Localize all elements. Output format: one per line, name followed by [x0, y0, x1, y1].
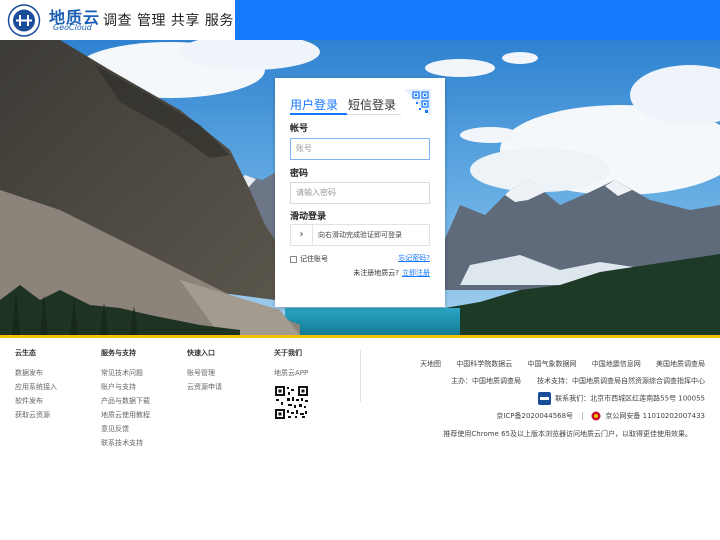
- slide-verify-hint: 向右滑动完成验证即可登录: [318, 231, 402, 239]
- footer-link[interactable]: 应用系统接入: [15, 380, 57, 394]
- police-record-text[interactable]: 京公网安备 11010202007433: [605, 412, 705, 420]
- tab-user-login[interactable]: 用户登录: [290, 96, 338, 113]
- registration-row: 京ICP备2020044568号 | 京公网安备 11010202007433: [496, 411, 705, 421]
- footer-link[interactable]: 地质云使用教程: [101, 408, 150, 422]
- footer-link[interactable]: 账户与支持: [101, 380, 150, 394]
- password-input[interactable]: 请输入密码: [290, 182, 430, 204]
- separator: |: [581, 412, 584, 420]
- top-header: 地质云 GeoCloud 调查 管理 共享 服务: [0, 0, 720, 40]
- footer-link[interactable]: 云资源申请: [187, 380, 222, 394]
- cgs-badge-icon: [538, 392, 552, 405]
- tech-support-text: 技术支持：中国地质调查局自然资源综合调查指挥中心: [537, 377, 705, 385]
- police-emblem-icon: [591, 411, 601, 421]
- footer-link[interactable]: 地质云APP: [274, 366, 308, 380]
- footer-column-ecosystem: 云生态 数据发布 应用系统接入 软件发布 获取云资源: [15, 348, 57, 422]
- password-label: 密码: [290, 169, 309, 179]
- chevron-right-icon[interactable]: ›: [291, 225, 313, 245]
- footer-link[interactable]: 数据发布: [15, 366, 57, 380]
- footer-link[interactable]: 获取云资源: [15, 408, 57, 422]
- footer-link[interactable]: 软件发布: [15, 394, 57, 408]
- contact-text: 联系我们：北京市西城区红莲南路55号 100055: [555, 394, 705, 403]
- remember-checkbox[interactable]: [290, 255, 297, 263]
- footer-column-title: 服务与支持: [101, 349, 136, 357]
- friend-link-cma-data[interactable]: 中国气象数据网: [528, 360, 577, 368]
- footer-link[interactable]: 常见技术问题: [101, 366, 150, 380]
- remember-label: 记住账号: [300, 255, 328, 263]
- footer-column-quick-entry: 快速入口 账号管理 云资源申请: [187, 348, 222, 394]
- footer-column-support: 服务与支持 常见技术问题 账户与支持 产品与数据下载 地质云使用教程 意见反馈 …: [101, 348, 150, 450]
- site-footer: 云生态 数据发布 应用系统接入 软件发布 获取云资源 服务与支持 常见技术问题 …: [0, 335, 720, 540]
- footer-link[interactable]: 联系技术支持: [101, 436, 150, 450]
- account-input[interactable]: 账号: [290, 138, 430, 160]
- register-row: 未注册地质云? 立即注册: [353, 268, 430, 278]
- friend-link-usgs[interactable]: 美国地质调查局: [656, 360, 705, 368]
- friend-link-cas-datacloud[interactable]: 中国科学院数据云: [456, 360, 512, 368]
- footer-yellow-bar: [0, 335, 720, 338]
- footer-column-title: 快速入口: [187, 349, 215, 357]
- account-label: 帐号: [290, 124, 309, 134]
- tab-sms-login[interactable]: 短信登录: [348, 96, 396, 113]
- footer-column-title: 关于我们: [274, 349, 302, 357]
- footer-column-title: 云生态: [15, 349, 36, 357]
- slide-login-label: 滑动登录: [290, 212, 327, 222]
- footer-column-about: 关于我们 地质云APP: [274, 348, 308, 380]
- friend-link-tianditu[interactable]: 天地图: [420, 360, 441, 368]
- forgot-password-link[interactable]: 忘记密码?: [398, 253, 430, 263]
- friend-link-earthquake-info[interactable]: 中国地震信息网: [592, 360, 641, 368]
- icp-text[interactable]: 京ICP备2020044568号: [496, 412, 573, 420]
- login-card: 用户登录 短信登录 帐号 账号 密码 请输入密码 滑动登录 › 向右滑动完成验证…: [275, 78, 445, 307]
- cgs-seal-logo-icon[interactable]: [6, 4, 42, 37]
- sponsor-row: 主办：中国地质调查局 技术支持：中国地质调查局自然资源综合调查指挥中心: [451, 376, 705, 386]
- app-qr-code-icon: [274, 385, 309, 420]
- footer-divider: [360, 350, 361, 402]
- browser-tip: 推荐使用Chrome 65及以上版本浏览器访问地质云门户，以取得更佳使用效果。: [443, 430, 692, 438]
- register-prompt: 未注册地质云?: [353, 269, 399, 277]
- register-link[interactable]: 立即注册: [402, 269, 430, 277]
- footer-link[interactable]: 账号管理: [187, 366, 222, 380]
- logo-text-en: GeoCloud: [53, 23, 92, 32]
- remember-account[interactable]: 记住账号: [290, 254, 328, 264]
- footer-link[interactable]: 意见反馈: [101, 422, 150, 436]
- footer-link[interactable]: 产品与数据下载: [101, 394, 150, 408]
- active-tab-indicator: [290, 113, 347, 115]
- friend-links: 天地图 中国科学院数据云 中国气象数据网 中国地震信息网 美国地质调查局: [407, 359, 705, 369]
- qr-code-login-icon[interactable]: [404, 89, 431, 116]
- header-slogan: 调查 管理 共享 服务: [103, 13, 234, 29]
- header-blue-band: [235, 0, 720, 40]
- sponsor-text: 主办：中国地质调查局: [451, 377, 521, 385]
- slide-verify-track[interactable]: › 向右滑动完成验证即可登录: [290, 224, 430, 246]
- contact-row: 联系我们：北京市西城区红莲南路55号 100055: [538, 392, 705, 405]
